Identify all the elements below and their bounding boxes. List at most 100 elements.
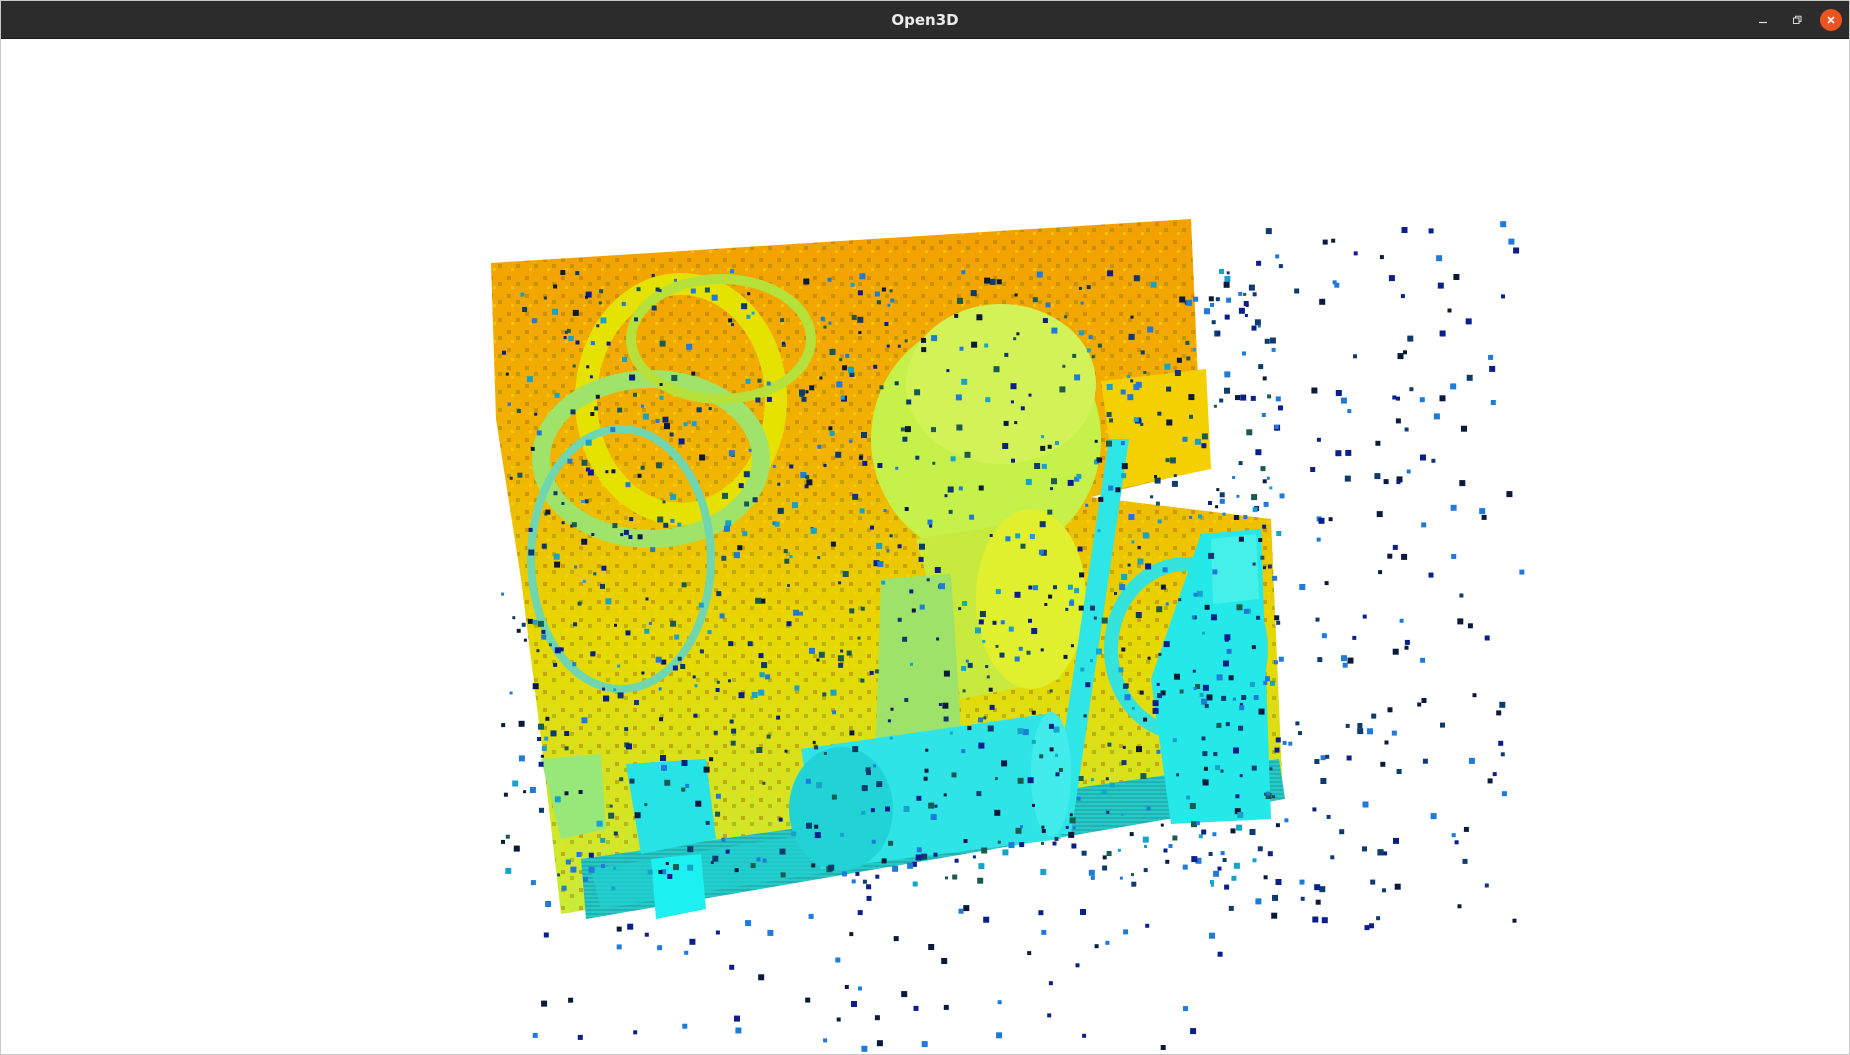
cloud-point <box>589 375 593 379</box>
cloud-point <box>1206 694 1213 701</box>
cloud-point <box>1062 364 1066 368</box>
cloud-point <box>901 991 908 998</box>
cloud-point <box>1324 581 1329 586</box>
cloud-point <box>602 687 605 691</box>
cloud-point <box>1071 843 1077 849</box>
3d-viewport[interactable] <box>1 39 1849 1054</box>
cloud-point <box>924 768 929 773</box>
cloud-point <box>1357 723 1363 728</box>
cloud-point <box>1150 495 1154 499</box>
cloud-point <box>681 760 688 766</box>
cloud-point <box>928 944 935 950</box>
cloud-point <box>648 622 652 625</box>
cloud-point <box>1364 925 1370 931</box>
cloud-point <box>1501 294 1505 299</box>
cloud-point <box>757 378 762 383</box>
cloud-point <box>553 553 560 560</box>
cloud-point <box>600 864 605 869</box>
cloud-point <box>910 662 913 666</box>
cloud-point <box>590 412 595 416</box>
cloud-point <box>1140 773 1147 780</box>
cloud-point <box>981 847 988 854</box>
cloud-point <box>941 958 948 964</box>
cloud-point <box>1204 604 1210 610</box>
cloud-point <box>1230 828 1236 834</box>
cloud-point <box>975 627 981 634</box>
cloud-point <box>1387 553 1393 559</box>
cloud-point <box>1041 825 1045 829</box>
minimize-button[interactable] <box>1752 9 1774 31</box>
cloud-point <box>874 669 879 674</box>
cloud-point <box>705 820 710 825</box>
cloud-point <box>617 407 623 413</box>
cloud-point <box>913 1005 919 1011</box>
cloud-point <box>886 549 890 553</box>
cloud-point <box>1143 717 1148 722</box>
title-bar[interactable]: Open3D <box>1 1 1849 39</box>
cloud-point <box>1203 766 1208 771</box>
cloud-point <box>1271 347 1276 352</box>
cloud-point <box>1461 425 1467 432</box>
cloud-point <box>1472 693 1477 698</box>
cloud-point <box>822 692 827 697</box>
cloud-point <box>689 938 696 945</box>
cloud-point <box>1010 383 1017 390</box>
cloud-point <box>1262 479 1267 484</box>
cloud-point <box>1045 302 1051 308</box>
cloud-point <box>591 533 595 536</box>
cloud-point <box>662 416 669 423</box>
cloud-point <box>1050 487 1053 491</box>
cloud-point <box>890 707 894 711</box>
cloud-point <box>791 831 797 837</box>
cloud-point <box>1215 297 1220 302</box>
cloud-point <box>1212 832 1217 837</box>
cloud-point <box>1451 833 1456 838</box>
cloud-point <box>1249 682 1255 687</box>
cloud-point <box>852 493 859 500</box>
cloud-point <box>1269 767 1273 771</box>
cloud-point <box>1003 420 1009 426</box>
maximize-button[interactable] <box>1786 9 1808 31</box>
cloud-point <box>857 910 863 916</box>
cloud-point <box>1033 585 1038 591</box>
cloud-point <box>715 793 721 799</box>
cloud-point <box>1243 608 1249 614</box>
cloud-point <box>1262 376 1267 381</box>
cloud-point <box>520 292 525 297</box>
cloud-point <box>684 950 689 955</box>
cloud-point <box>958 908 964 914</box>
cloud-point <box>588 852 594 858</box>
cloud-point <box>761 662 768 669</box>
cloud-point <box>1213 752 1218 757</box>
cloud-point <box>600 317 607 324</box>
cloud-point <box>1186 299 1193 306</box>
cloud-point <box>1433 413 1440 420</box>
cloud-point <box>978 717 983 723</box>
cloud-point <box>1174 673 1180 680</box>
cloud-point <box>1004 352 1009 357</box>
cloud-point <box>1274 425 1279 429</box>
cloud-point <box>820 316 825 321</box>
close-button[interactable] <box>1820 9 1842 31</box>
cloud-point <box>1048 723 1054 729</box>
cloud-point <box>1282 740 1287 745</box>
cloud-point <box>1222 858 1227 862</box>
cloud-point <box>665 862 669 865</box>
cloud-point <box>537 620 544 627</box>
cloud-point <box>1202 684 1209 691</box>
cloud-point <box>1118 667 1124 673</box>
cloud-point <box>1032 297 1038 303</box>
cloud-point <box>725 520 732 527</box>
cloud-point <box>655 419 660 423</box>
cloud-point <box>1173 474 1177 478</box>
cloud-point <box>553 491 558 496</box>
cloud-point <box>1213 404 1217 408</box>
cloud-point <box>1020 825 1023 829</box>
cloud-point <box>731 728 737 734</box>
cloud-point <box>640 465 645 470</box>
cloud-point <box>897 617 902 622</box>
cloud-point <box>1298 731 1302 736</box>
cloud-point <box>677 656 682 661</box>
cloud-point <box>660 755 666 761</box>
cloud-point <box>1232 476 1236 479</box>
